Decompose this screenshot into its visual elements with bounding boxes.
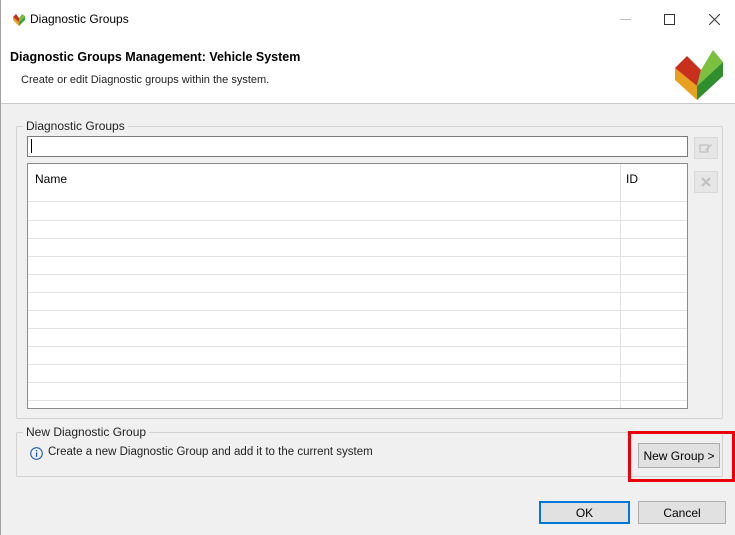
edit-group-button[interactable] [694,137,718,159]
info-icon [30,447,43,460]
table-row-line [28,256,687,257]
groups-table[interactable]: Name ID [27,163,688,409]
cancel-button[interactable]: Cancel [638,501,726,524]
page-title: Diagnostic Groups Management: Vehicle Sy… [10,50,301,64]
table-row-line [28,400,687,401]
table-row-line [28,364,687,365]
table-row-line [28,346,687,347]
column-header-name[interactable]: Name [35,172,67,186]
page-description: Create or edit Diagnostic groups within … [21,74,270,86]
table-header: Name ID [28,164,687,202]
window-title: Diagnostic Groups [30,12,129,26]
column-header-id[interactable]: ID [626,172,638,186]
header-banner: Diagnostic Groups Management: Vehicle Sy… [1,40,735,104]
delete-icon [701,177,711,187]
table-row-line [28,220,687,221]
table-row-line [28,382,687,383]
table-row-line [28,328,687,329]
new-group-label: New Diagnostic Group [23,425,150,439]
ok-button[interactable]: OK [539,501,630,524]
table-row-line [28,274,687,275]
diagnostic-groups-label: Diagnostic Groups [23,119,128,133]
table-row-line [28,238,687,239]
minimize-icon [619,18,631,20]
column-separator [620,164,621,408]
table-row-line [28,310,687,311]
title-bar[interactable]: Diagnostic Groups [1,0,735,40]
app-logo-icon [675,50,723,100]
delete-group-button[interactable] [694,171,718,193]
text-caret [31,139,32,153]
app-logo-icon [13,14,25,26]
maximize-icon [663,13,675,25]
close-button[interactable] [692,4,735,34]
new-group-button[interactable]: New Group > [638,443,720,468]
new-group-info-text: Create a new Diagnostic Group and add it… [48,446,373,458]
edit-icon [699,144,712,153]
dialog-window: Diagnostic Groups Diagnostic Groups Mana… [0,0,735,535]
maximize-button[interactable] [647,4,691,34]
minimize-button[interactable] [603,4,647,34]
table-row-line [28,292,687,293]
close-icon [708,13,720,25]
filter-input[interactable] [27,136,688,157]
